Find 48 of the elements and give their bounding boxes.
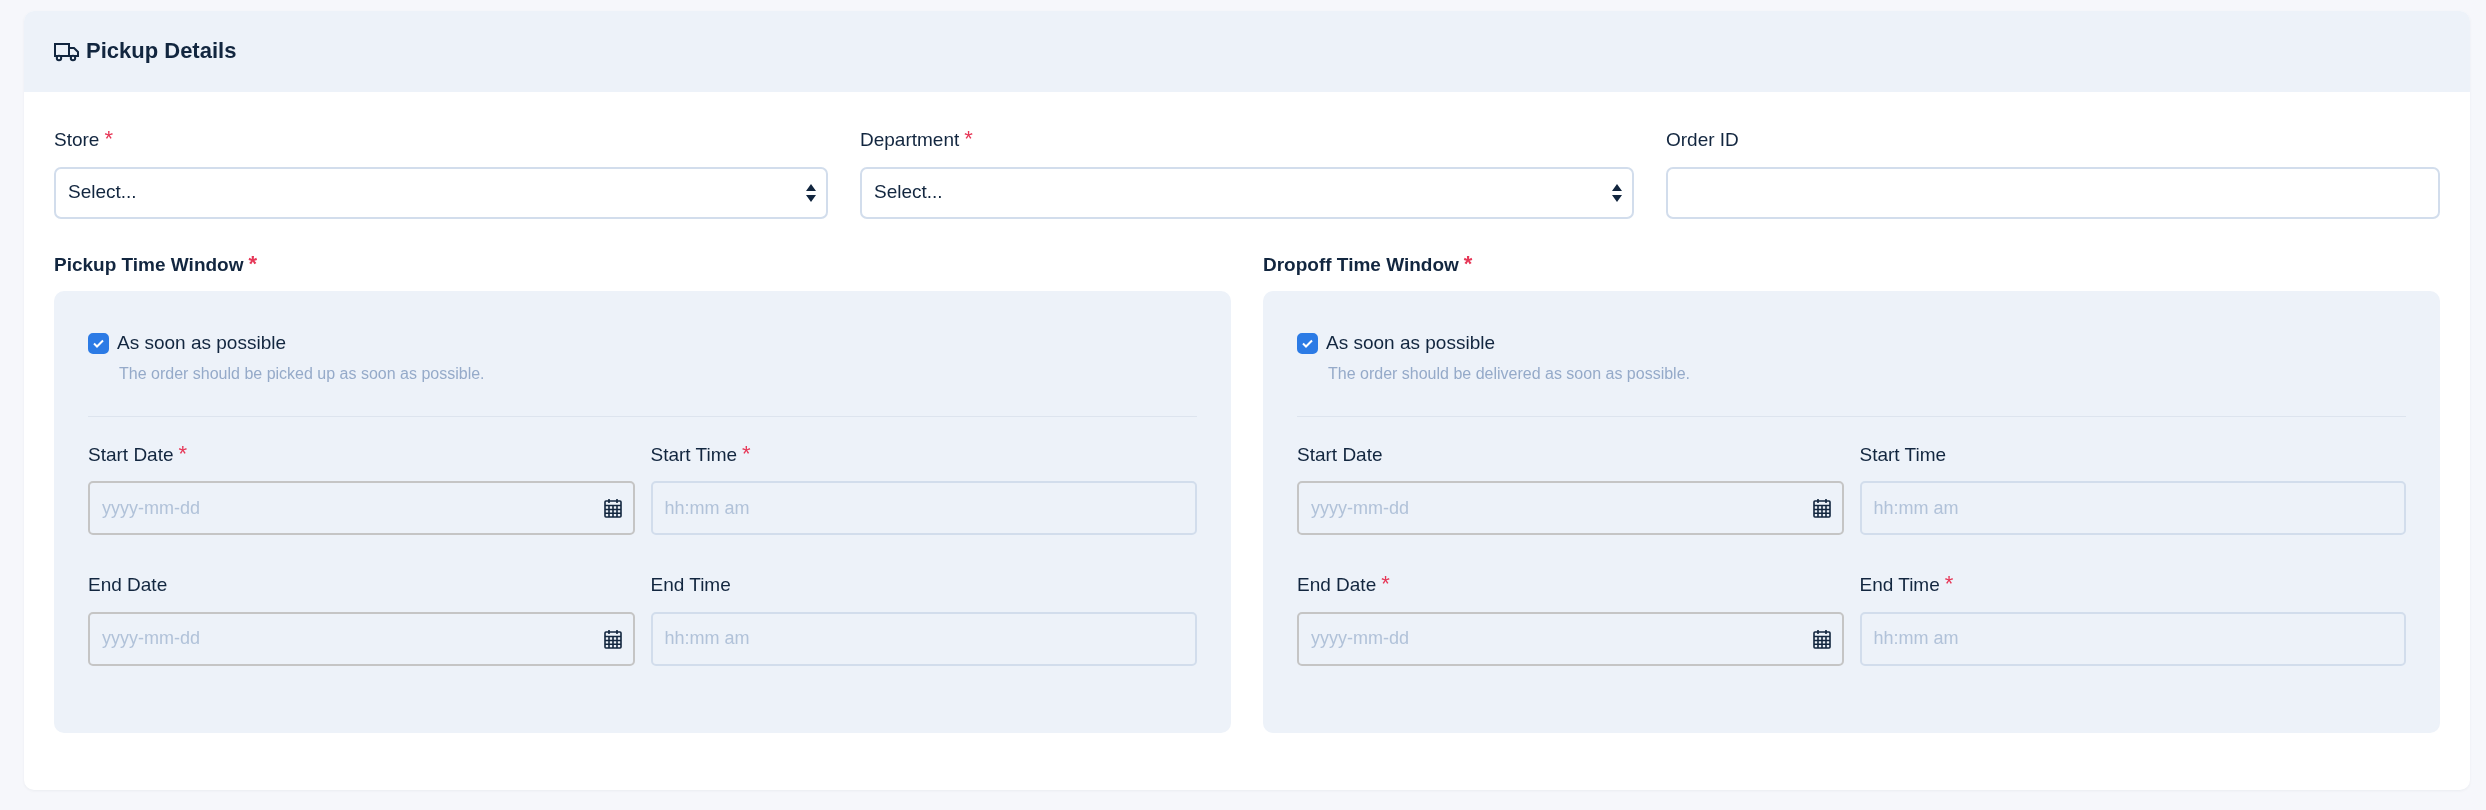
field-label: Store * (54, 126, 113, 153)
checkbox-label: As soon as possible (117, 331, 286, 355)
field-label: Pickup Time Window * (54, 250, 258, 278)
required-mark: * (248, 250, 258, 276)
calendar-icon (602, 498, 623, 518)
time-field[interactable]: hh:mm am (650, 611, 1197, 666)
required-mark: * (742, 440, 751, 466)
field-label: End Time * (1859, 571, 1954, 598)
checkbox-label: As soon as possible (1326, 331, 1495, 355)
field-label: Order ID (1666, 128, 1739, 152)
date-field[interactable]: yyyy-mm-dd (88, 481, 635, 535)
checkbox[interactable] (88, 332, 109, 354)
date-field[interactable]: yyyy-mm-dd (1297, 611, 1844, 666)
field-label: Start Date (1297, 442, 1383, 467)
help-text: The order should be delivered as soon as possible. (1328, 363, 1691, 384)
time-field[interactable]: hh:mm am (1859, 611, 2406, 666)
field-label: Department * (860, 126, 973, 153)
time-field[interactable]: hh:mm am (1859, 481, 2406, 535)
help-text: The order should be picked up as soon as possible. (119, 363, 486, 384)
field-label: Start Date * (88, 440, 188, 468)
required-mark: * (104, 126, 113, 151)
select-field[interactable]: Select... (860, 166, 1634, 219)
calendar-icon (602, 628, 623, 649)
field-label: Start Time * (650, 440, 751, 468)
required-mark: * (1463, 250, 1473, 276)
calendar-icon (1811, 628, 1832, 649)
required-mark: * (1944, 571, 1954, 596)
checkbox[interactable] (1297, 332, 1318, 354)
field-label: End Date * (1297, 571, 1390, 598)
time-field[interactable]: hh:mm am (650, 481, 1197, 535)
input-field[interactable] (1666, 166, 2440, 219)
field-label: Dropoff Time Window * (1263, 250, 1473, 278)
select-field[interactable]: Select... (54, 166, 828, 219)
required-mark: * (178, 440, 188, 466)
card-title: Pickup Details (86, 38, 237, 65)
field-label: Start Time (1859, 442, 1947, 467)
calendar-icon (1811, 498, 1832, 518)
date-field[interactable]: yyyy-mm-dd (1297, 481, 1844, 535)
field-label: End Time (650, 573, 731, 597)
check-icon (93, 338, 104, 348)
required-mark: * (964, 126, 973, 151)
truck-icon (54, 41, 80, 62)
check-icon (1302, 338, 1313, 348)
sort-icon (1612, 183, 1622, 202)
sort-icon (806, 183, 816, 202)
required-mark: * (1381, 571, 1390, 596)
date-field[interactable]: yyyy-mm-dd (88, 611, 635, 666)
field-label: End Date (88, 573, 168, 597)
